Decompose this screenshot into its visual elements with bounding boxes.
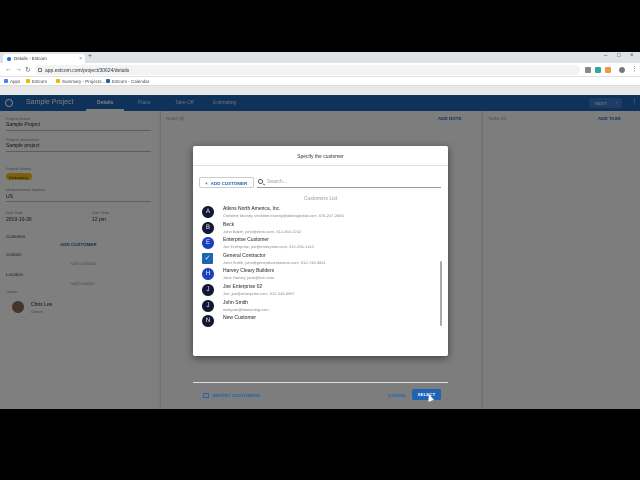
customer-contact: John Smith, john@generalcontractors.com,… bbox=[223, 259, 326, 265]
folder-icon bbox=[56, 79, 60, 83]
customer-contact: Joe Enterprise, joe@enterprise.com, 512-… bbox=[223, 244, 314, 250]
bookmark-apps[interactable]: Apps bbox=[4, 79, 20, 84]
reload-icon[interactable]: ↻ bbox=[25, 66, 31, 74]
browser-tab-title: Details - Estcom bbox=[14, 56, 47, 61]
customer-contact: Christine Murray, christine.murray@atkin… bbox=[223, 213, 344, 218]
search-field bbox=[257, 177, 441, 188]
url-text: app.estcom.com/project/30624/details bbox=[45, 67, 130, 74]
import-customers-button[interactable]: IMPORT CUSTOMERS bbox=[203, 393, 260, 398]
customer-list-item[interactable]: ✓ General Contractor John Smith, john@gene… bbox=[199, 251, 437, 267]
estcom-favicon-icon bbox=[7, 56, 11, 61]
apps-grid-icon bbox=[4, 79, 8, 83]
add-customer-button[interactable]: + ADD CUSTOMER bbox=[199, 177, 254, 188]
browser-menu-icon[interactable]: ⋮ bbox=[631, 65, 638, 73]
screen: Details - Estcom × + – □ × ← → ↻ app.est… bbox=[0, 52, 640, 409]
forward-icon[interactable]: → bbox=[15, 66, 22, 73]
import-icon bbox=[203, 393, 209, 398]
browser-tab[interactable]: Details - Estcom × bbox=[3, 54, 85, 63]
divider bbox=[193, 165, 448, 166]
maximize-icon[interactable]: □ bbox=[617, 53, 621, 59]
customer-list-item[interactable]: E Enterprise Customer Joe Enterprise, joe@… bbox=[199, 235, 437, 251]
extension-icon[interactable] bbox=[585, 67, 591, 73]
minimize-icon[interactable]: – bbox=[604, 53, 607, 59]
customer-contact: mistyrae@lawsonblg.com bbox=[223, 306, 269, 312]
dialog-title: Specify the customer bbox=[297, 154, 344, 160]
customer-list-item[interactable]: H Harvey Cleary Builders Jane Harvey, jane… bbox=[199, 266, 437, 282]
customer-list-item[interactable]: A Atkins North America, Inc. Christine Mur… bbox=[199, 204, 437, 220]
close-tab-icon[interactable]: × bbox=[79, 56, 82, 62]
customer-name: Joe Enterprise 02 bbox=[223, 284, 263, 290]
customer-contact: John Baker, john@beck.com, 512-454-1232 bbox=[223, 228, 302, 234]
close-window-icon[interactable]: × bbox=[630, 53, 634, 59]
extension-icon[interactable] bbox=[595, 67, 601, 73]
customer-contact: Jane Harvey, jane@hcb.com bbox=[223, 275, 275, 281]
customer-name: New Customer bbox=[223, 315, 257, 322]
customer-name: Atkins North America, Inc. bbox=[223, 206, 281, 212]
customer-avatar[interactable]: B bbox=[202, 221, 214, 234]
customer-name: Enterprise Customer bbox=[223, 237, 269, 244]
specify-customer-dialog: Specify the customer +ADD CUSTOMER Custo… bbox=[193, 146, 448, 402]
checkbox-checked-icon[interactable]: ✓ bbox=[202, 252, 213, 264]
profile-icon[interactable] bbox=[619, 67, 625, 73]
customer-contact: Joe, joe@enterprise.com, 512-345-6987 bbox=[223, 291, 295, 296]
lock-icon bbox=[38, 67, 42, 72]
customer-name: General Contractor bbox=[223, 252, 266, 259]
address-bar-row: ← → ↻ app.estcom.com/project/30624/detai… bbox=[0, 63, 640, 77]
url-field[interactable]: app.estcom.com/project/30624/details bbox=[35, 65, 580, 75]
divider bbox=[193, 382, 448, 383]
browser-tabstrip: Details - Estcom × + – □ × bbox=[0, 52, 640, 63]
customers-list: A Atkins North America, Inc. Christine Mur… bbox=[199, 204, 437, 334]
new-tab-icon[interactable]: + bbox=[88, 53, 92, 60]
search-icon bbox=[258, 179, 263, 184]
customer-avatar[interactable]: H bbox=[202, 268, 214, 281]
customer-name: Harvey Cleary Builders bbox=[223, 268, 275, 275]
customer-name: Beck bbox=[223, 221, 235, 228]
search-input[interactable] bbox=[267, 178, 437, 186]
customer-avatar[interactable]: J bbox=[202, 284, 214, 296]
extension-icon[interactable] bbox=[605, 67, 611, 73]
customer-avatar[interactable]: A bbox=[202, 206, 214, 218]
back-icon[interactable]: ← bbox=[5, 66, 12, 73]
customer-list-item[interactable]: J Joe Enterprise 02 Joe, joe@enterprise.co… bbox=[199, 282, 437, 298]
list-scrollbar[interactable] bbox=[440, 261, 442, 326]
customer-list-item[interactable]: N New Customer bbox=[199, 313, 437, 329]
customer-avatar[interactable]: N bbox=[202, 315, 214, 328]
customer-name: John Smith bbox=[223, 299, 249, 306]
plus-icon: + bbox=[205, 181, 208, 186]
customer-list-item[interactable]: B Beck John Baker, john@beck.com, 512-454-… bbox=[199, 220, 437, 236]
bookmark-summary[interactable]: Summary - Projects... bbox=[56, 79, 105, 84]
customer-avatar[interactable]: E bbox=[202, 237, 214, 250]
bookmark-estcom[interactable]: Estcom bbox=[26, 79, 47, 84]
bookmarks-bar: Apps Estcom Summary - Projects... Estcom… bbox=[0, 77, 640, 86]
customer-avatar[interactable]: J bbox=[202, 299, 214, 312]
customer-list-item[interactable]: J John Smith mistyrae@lawsonblg.com bbox=[199, 298, 437, 314]
customers-list-header: Customers List bbox=[303, 196, 338, 202]
folder-icon bbox=[26, 79, 30, 83]
cancel-button[interactable]: CANCEL bbox=[388, 393, 407, 398]
bookmark-calendar[interactable]: Estcom - Calendar bbox=[106, 79, 149, 84]
calendar-favicon-icon bbox=[106, 79, 110, 83]
